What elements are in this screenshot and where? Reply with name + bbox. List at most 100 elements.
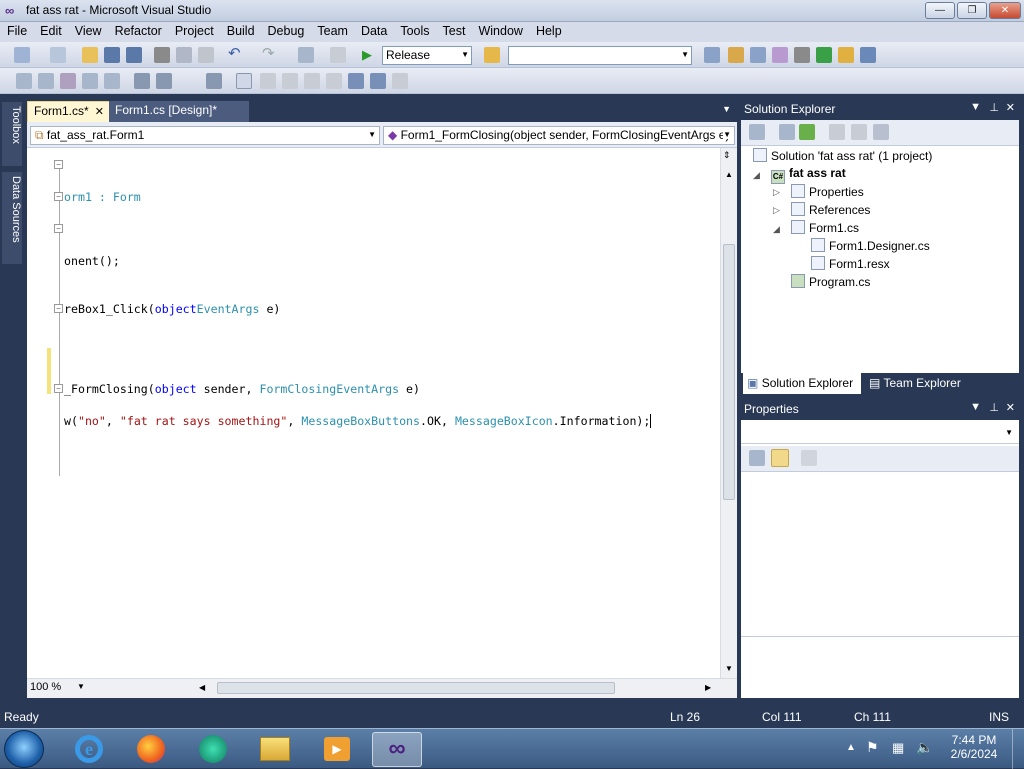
clock[interactable]: 7:44 PM 2/6/2024 [946,733,1002,761]
show-hidden-icons-icon[interactable]: ▲ [846,742,856,753]
object-browser-icon[interactable] [750,47,766,63]
scroll-thumb[interactable] [723,244,735,500]
volume-muted-icon[interactable]: 🔈 [916,739,933,756]
navigate-backward-icon[interactable] [298,47,314,63]
chevron-down-icon[interactable]: ▼ [970,401,981,413]
menu-refactor[interactable]: Refactor [108,22,168,42]
scroll-left-icon[interactable]: ◀ [199,683,205,692]
menu-edit[interactable]: Edit [33,22,68,42]
save-icon[interactable] [104,47,120,63]
next-bookmark-in-document-icon[interactable] [370,73,386,89]
command-window-icon[interactable] [860,47,876,63]
previous-bookmark-icon[interactable] [260,73,276,89]
scroll-up-icon[interactable]: ▲ [725,170,733,179]
toolbox-tab[interactable]: Toolbox [2,102,22,166]
navigate-forward-icon[interactable] [330,47,346,63]
extension-manager-icon[interactable] [838,47,854,63]
media-center-icon[interactable]: ▶ [312,732,362,767]
collapse-icon[interactable]: − [54,304,63,313]
zoom-level[interactable]: 100 % [30,681,61,693]
expand-tree-icon[interactable]: ▷ [773,205,780,216]
horizontal-scrollbar[interactable]: 100 % ▼ ◀ ▶ [27,678,737,698]
toggle-bookmark-icon[interactable] [236,73,252,89]
data-sources-tab[interactable]: Data Sources [2,172,22,264]
object-selector-dropdown[interactable]: ▼ [741,422,1019,444]
cut-icon[interactable] [154,47,170,63]
firefox-icon[interactable] [126,732,176,767]
file-explorer-icon[interactable] [250,732,300,767]
tab-form1-cs[interactable]: Form1.cs* ✕ [27,101,111,122]
menu-debug[interactable]: Debug [261,22,311,42]
next-bookmark-icon[interactable] [282,73,298,89]
paste-icon[interactable] [198,47,214,63]
solution-explorer-icon[interactable] [704,47,720,63]
pin-icon[interactable]: ⊥ [989,401,999,414]
menu-test[interactable]: Test [436,22,472,42]
property-pages-icon[interactable] [801,450,817,466]
previous-bookmark-in-folder-icon[interactable] [304,73,320,89]
next-bookmark-in-folder-icon[interactable] [326,73,342,89]
vertical-scrollbar[interactable]: ⇕ ▲ ▼ [720,148,737,678]
menu-file[interactable]: File [0,22,33,42]
comment-icon[interactable] [156,73,172,89]
increase-indent-icon[interactable] [134,73,150,89]
menu-team[interactable]: Team [310,22,354,42]
scroll-thumb[interactable] [217,682,615,694]
type-dropdown[interactable]: ⧉ fat_ass_rat.Form1 ▼ [30,126,380,145]
network-icon[interactable]: ▦ [892,740,904,756]
menu-project[interactable]: Project [168,22,220,42]
tab-list-chevron-icon[interactable]: ▼ [722,104,731,114]
chevron-down-icon[interactable]: ▼ [77,682,85,691]
view-designer-icon[interactable] [851,124,867,140]
view-code-icon[interactable] [829,124,845,140]
show-desktop-button[interactable] [1012,729,1024,769]
collapse-icon[interactable]: − [54,224,63,233]
code-editor[interactable]: − − − − − orm1 : Form onent(); reBox1_Cl… [27,148,737,698]
properties-icon[interactable] [749,124,765,140]
tree-solution[interactable]: Solution 'fat ass rat' (1 project) [753,148,932,163]
menu-data[interactable]: Data [354,22,393,42]
visual-studio-taskbar-icon[interactable]: ∞ [372,732,422,767]
start-debugging-icon[interactable]: ▶ [362,47,378,63]
find-dropdown[interactable]: ▼ [508,46,692,65]
collapse-icon[interactable]: − [54,160,63,169]
pin-icon[interactable]: ⊥ [989,101,999,114]
collapse-tree-icon[interactable]: ◢ [773,224,780,235]
toolbox-icon[interactable] [772,47,788,63]
minimize-button[interactable]: — [925,2,955,19]
close-button[interactable]: ✕ [989,2,1021,19]
tab-solution-explorer[interactable]: ▣ Solution Explorer [743,373,861,394]
action-center-flag-icon[interactable]: ⚑ [866,739,879,756]
start-page-icon[interactable] [816,47,832,63]
tree-item-references[interactable]: References [791,202,870,217]
tree-item-form1[interactable]: Form1.cs [791,220,859,235]
save-all-icon[interactable] [126,47,142,63]
tab-team-explorer[interactable]: ▤ Team Explorer [865,373,975,394]
menu-tools[interactable]: Tools [393,22,435,42]
uncomment-icon[interactable] [206,73,222,89]
open-folder-icon[interactable] [82,47,98,63]
menu-help[interactable]: Help [529,22,568,42]
maximize-button[interactable]: ❐ [957,2,987,19]
clear-bookmarks-icon[interactable] [392,73,408,89]
decrease-indent-icon[interactable] [104,73,120,89]
refresh-icon[interactable] [799,124,815,140]
menu-build[interactable]: Build [220,22,261,42]
copy-icon[interactable] [176,47,192,63]
collapse-icon[interactable]: − [54,384,63,393]
collapse-tree-icon[interactable]: ◢ [753,170,760,181]
close-icon[interactable]: ✕ [95,105,104,118]
show-all-files-icon[interactable] [779,124,795,140]
scroll-down-icon[interactable]: ▼ [725,664,733,673]
split-icon[interactable]: ⇕ [723,150,731,161]
display-parameter-info-icon[interactable] [38,73,54,89]
find-in-files-icon[interactable] [484,47,500,63]
internet-explorer-icon[interactable]: e [64,732,114,767]
expand-tree-icon[interactable]: ▷ [773,187,780,198]
scroll-right-icon[interactable]: ▶ [705,683,711,692]
menu-window[interactable]: Window [471,22,528,42]
tab-form1-design[interactable]: Form1.cs [Design]* [109,101,249,122]
close-icon[interactable]: ✕ [1006,101,1015,114]
display-object-member-list-icon[interactable] [16,73,32,89]
properties-window-icon[interactable] [728,47,744,63]
